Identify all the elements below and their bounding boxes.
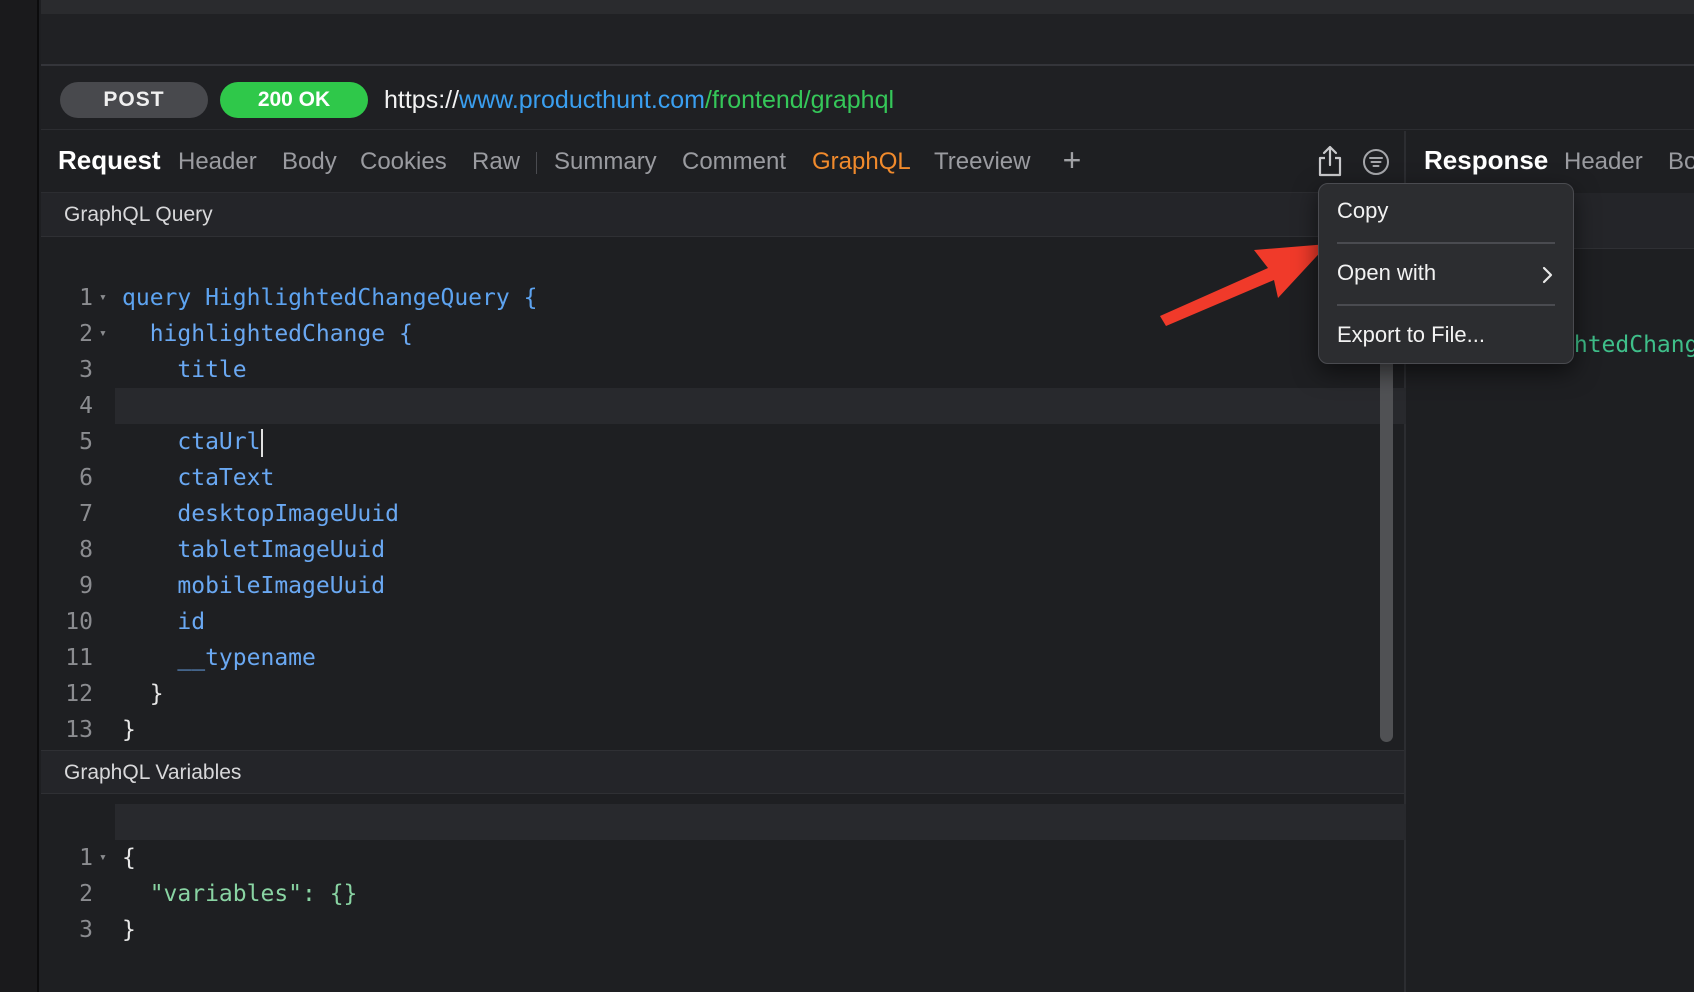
add-tab-icon[interactable]: +	[1058, 144, 1086, 176]
tab-response-body[interactable]: Bo	[1668, 146, 1694, 178]
graphql-variables-header: GraphQL Variables	[41, 750, 1404, 794]
method-badge[interactable]: POST	[60, 82, 208, 118]
menu-item-open-with[interactable]: Open with	[1337, 258, 1436, 288]
code-line: 5 ctaUrl	[41, 388, 1381, 457]
code-line: 9 mobileImageUuid	[79, 573, 386, 599]
url-host: www.producthunt.com	[459, 86, 705, 114]
variables-editor[interactable]: 1 ▾{ 2 "variables": {} 3}	[41, 796, 1444, 992]
code-line: 13}	[65, 717, 136, 743]
code-line: 7 desktopImageUuid	[79, 501, 399, 527]
code-line: 14	[41, 712, 1381, 779]
menu-divider	[1337, 242, 1555, 244]
tab-response[interactable]: Response	[1424, 144, 1548, 176]
filter-icon[interactable]	[1362, 148, 1390, 176]
tab-divider	[536, 152, 537, 174]
code-line: 1 ▾{	[79, 845, 136, 871]
share-icon[interactable]	[1316, 145, 1344, 177]
tab-header[interactable]: Header	[178, 146, 257, 178]
code-line: 8 tabletImageUuid	[79, 537, 386, 563]
status-badge: 200 OK	[220, 82, 368, 118]
tab-response-header[interactable]: Header	[1564, 146, 1643, 178]
tab-graphql[interactable]: GraphQL	[812, 146, 911, 178]
code-line: 12 }	[65, 681, 164, 707]
code-line: 3}	[79, 917, 136, 943]
code-line: 11 __typename	[65, 645, 316, 671]
tab-comment[interactable]: Comment	[682, 146, 786, 178]
app-sidebar-strip	[0, 0, 39, 992]
response-snippet: ghtedChang	[1560, 332, 1694, 358]
tab-treeview[interactable]: Treeview	[934, 146, 1030, 178]
menu-item-copy[interactable]: Copy	[1337, 196, 1388, 226]
code-line: 10 id	[65, 609, 206, 635]
chevron-right-icon	[1542, 266, 1553, 284]
menu-divider	[1337, 304, 1555, 306]
tab-request[interactable]: Request	[58, 144, 161, 176]
tab-summary[interactable]: Summary	[554, 146, 657, 178]
code-line: 4 body	[79, 393, 233, 419]
tab-cookies[interactable]: Cookies	[360, 146, 447, 178]
toolbar-area	[41, 14, 1694, 66]
tab-raw[interactable]: Raw	[472, 146, 520, 178]
context-menu: Copy Open with Export to File...	[1318, 183, 1574, 364]
url-path: /frontend/graphql	[705, 86, 895, 114]
request-url[interactable]: https://www.producthunt.com/frontend/gra…	[384, 84, 894, 116]
code-line: 2 "variables": {}	[79, 881, 358, 907]
menu-item-export-to-file[interactable]: Export to File...	[1337, 320, 1485, 350]
tab-body[interactable]: Body	[282, 146, 337, 178]
code-line: 6 ctaText	[79, 465, 275, 491]
window-top-strip	[41, 0, 1694, 14]
url-scheme: https://	[384, 86, 460, 114]
